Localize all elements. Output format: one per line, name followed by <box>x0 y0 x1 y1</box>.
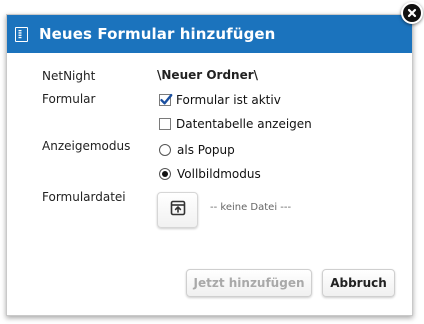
formular-active-checkbox[interactable] <box>159 94 173 106</box>
formulardatei-label: Formulardatei <box>42 190 126 204</box>
anzeigemodus-label: Anzeigemodus <box>42 139 131 153</box>
formular-label: Formular <box>42 92 96 106</box>
close-icon[interactable] <box>401 2 423 24</box>
dialog-titlebar: Neues Formular hinzufügen <box>7 15 412 53</box>
add-form-dialog: Neues Formular hinzufügen NetNight \Neue… <box>6 14 413 316</box>
netnight-label: NetNight <box>42 69 96 83</box>
formular-active-checkbox-row[interactable]: Formular ist aktiv <box>159 93 281 107</box>
popup-label: als Popup <box>177 143 235 157</box>
datatable-checkbox[interactable] <box>159 118 171 130</box>
fullscreen-label: Vollbildmodus <box>177 167 261 181</box>
no-file-text: -- keine Datei --- <box>210 202 292 213</box>
datatable-label: Datentabelle anzeigen <box>176 117 312 131</box>
datatable-checkbox-row[interactable]: Datentabelle anzeigen <box>159 117 312 131</box>
popup-radio-row[interactable]: als Popup <box>159 143 235 157</box>
netnight-path: \Neuer Ordner\ <box>157 68 259 82</box>
upload-icon <box>170 200 186 220</box>
cancel-button[interactable]: Abbruch <box>322 269 395 297</box>
add-now-button[interactable]: Jetzt hinzufügen <box>186 269 312 297</box>
fullscreen-radio[interactable] <box>159 168 171 180</box>
fullscreen-radio-row[interactable]: Vollbildmodus <box>159 167 261 181</box>
formular-active-label: Formular ist aktiv <box>176 93 281 107</box>
upload-file-button[interactable] <box>157 192 198 228</box>
form-document-icon <box>15 26 28 42</box>
popup-radio[interactable] <box>159 144 171 156</box>
dialog-title: Neues Formular hinzufügen <box>39 25 276 43</box>
